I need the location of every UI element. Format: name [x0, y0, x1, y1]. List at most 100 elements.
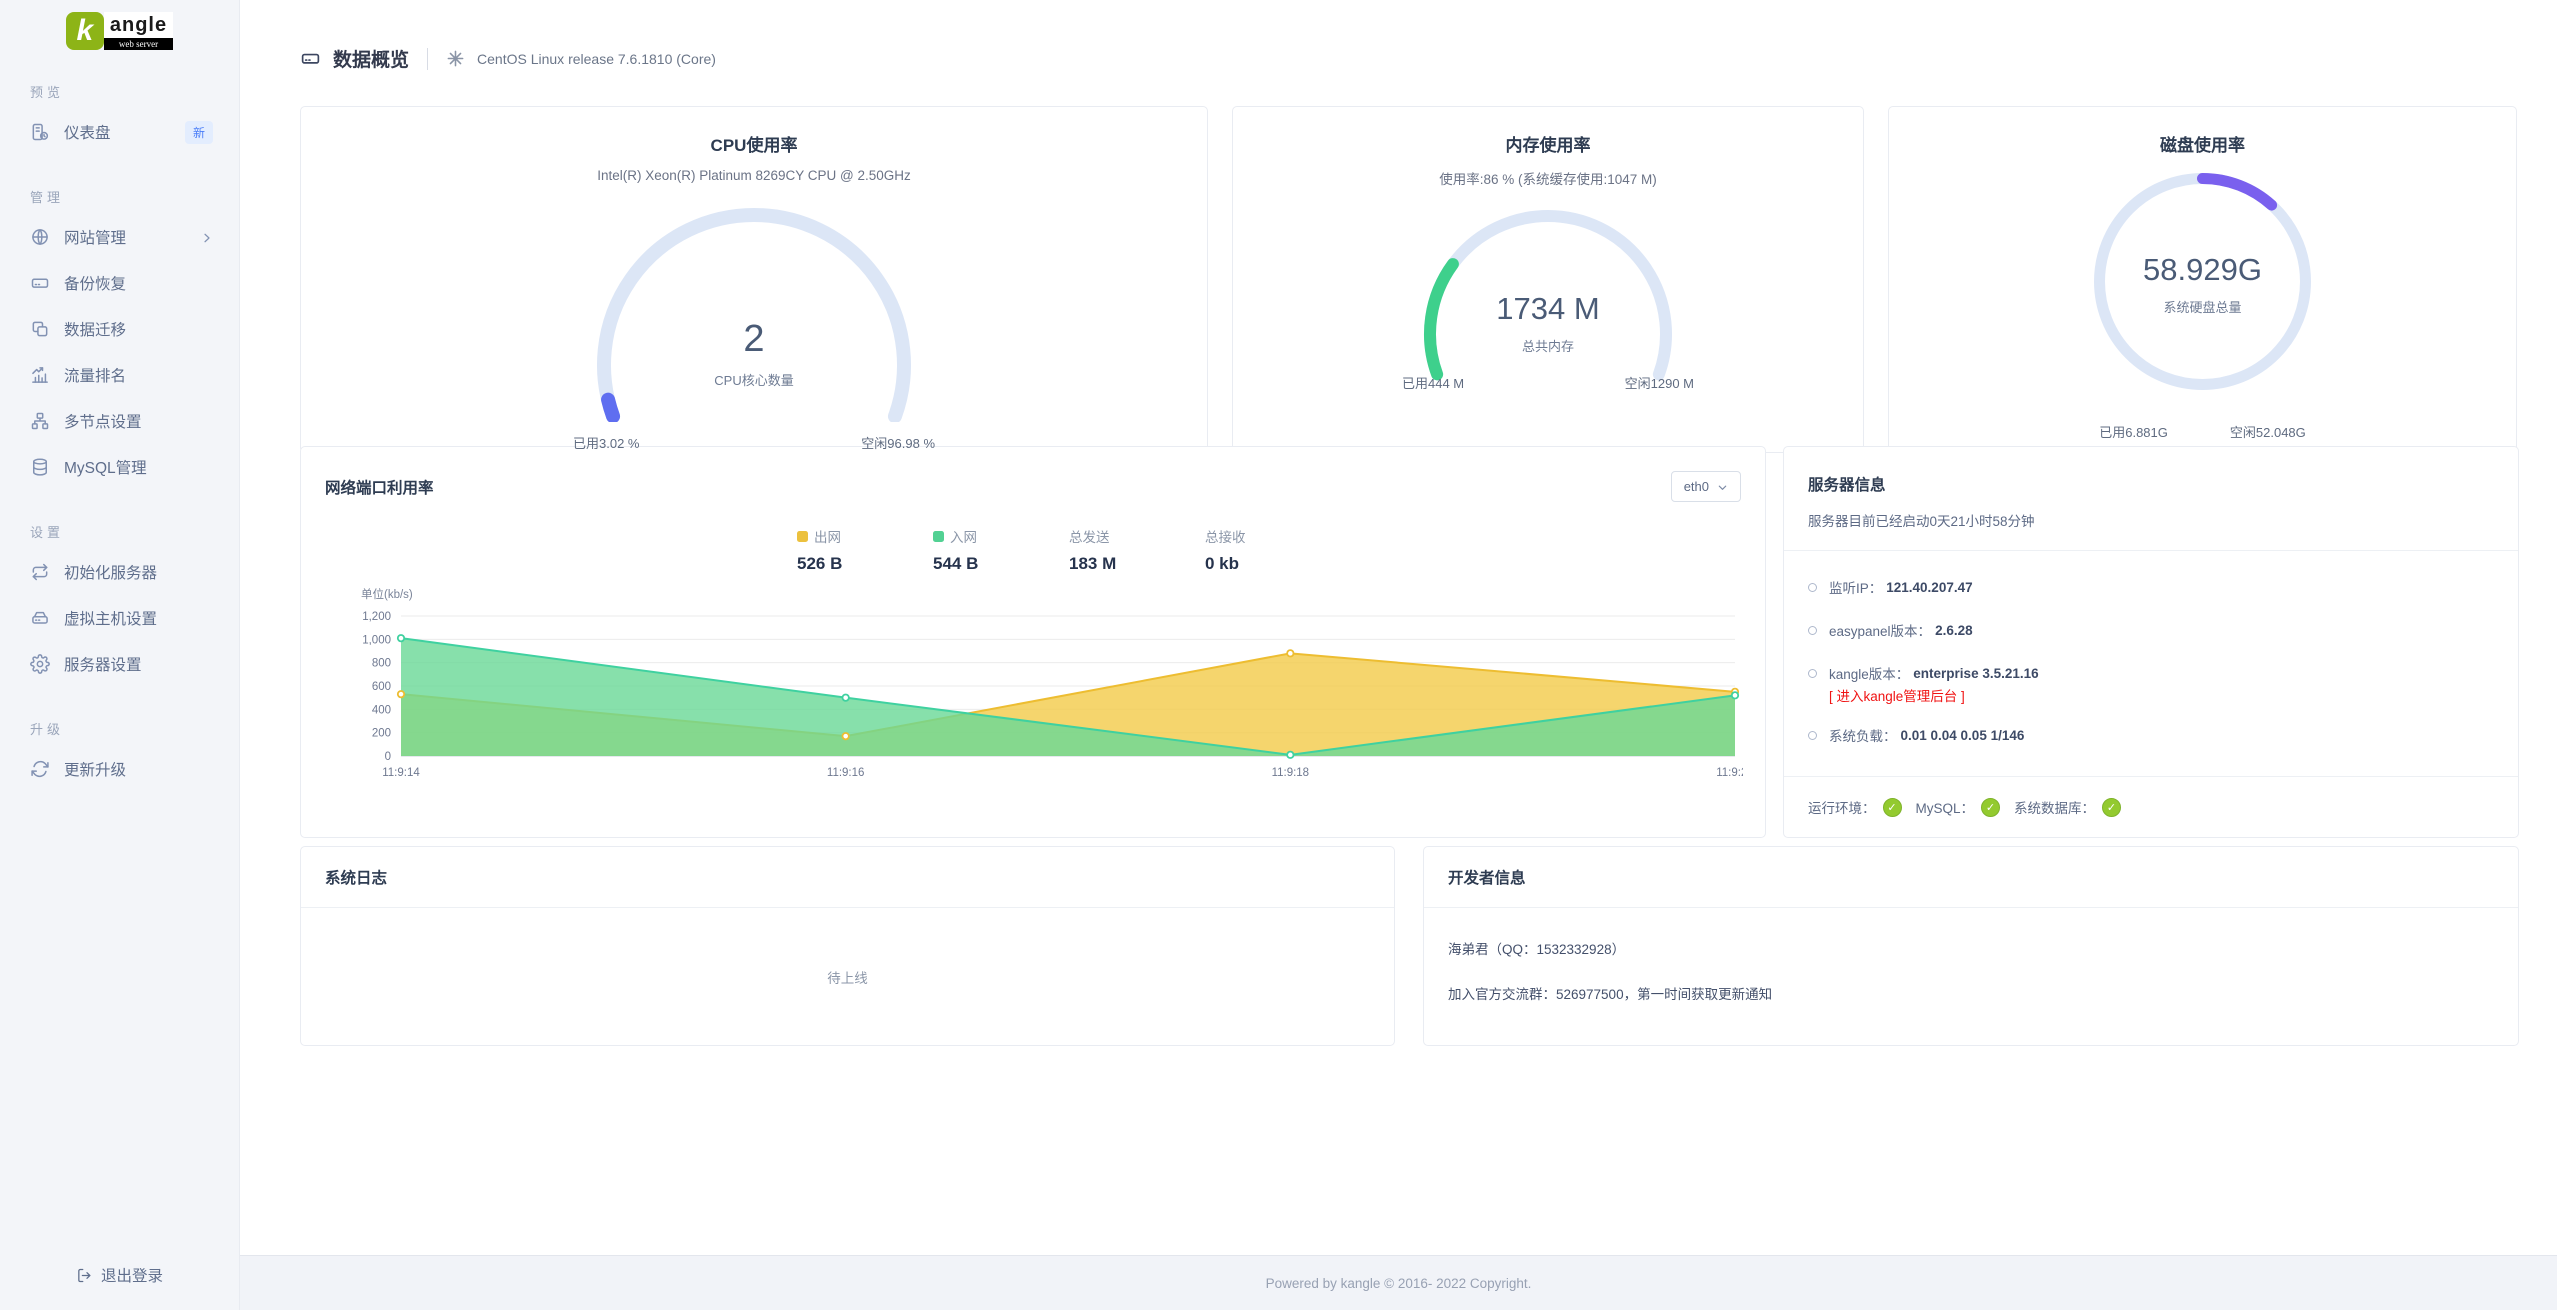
svg-text:800: 800 [372, 658, 391, 670]
svg-text:11:9:14: 11:9:14 [382, 767, 420, 779]
database-icon [30, 457, 50, 477]
stat-total-received: 总接收 0 kb [1205, 526, 1269, 574]
kangle-logo-mark: k [66, 12, 104, 50]
check-circle-icon: ✓ [1883, 798, 1902, 817]
sidebar-item-init-server[interactable]: 初始化服务器 [0, 549, 239, 595]
interface-select[interactable]: eth0 [1671, 471, 1741, 502]
network-card-title: 网络端口利用率 [325, 476, 434, 498]
chevron-right-icon [201, 231, 213, 243]
new-badge: 新 [185, 121, 213, 144]
memory-used-label: 已用444 M [1402, 373, 1464, 392]
disk-donut: 58.929G 系统硬盘总量 [2085, 164, 2320, 404]
disk-free-label: 空闲52.048G [2230, 422, 2306, 441]
sidebar-item-website-manage[interactable]: 网站管理 [0, 214, 239, 260]
footer: Powered by kangle © 2016- 2022 Copyright… [240, 1255, 2557, 1310]
env-system-db: 系统数据库： ✓ [2014, 797, 2121, 817]
gear-icon [30, 654, 50, 674]
system-log-card: 系统日志 待上线 [300, 846, 1395, 1046]
gauges-row: CPU使用率 Intel(R) Xeon(R) Platinum 8269CY … [300, 106, 2519, 421]
app-root: k angle web server 预览 仪表盘 新 管理 网站管理 [0, 0, 2557, 1310]
globe-icon [30, 227, 50, 247]
sidebar-item-label: 备份恢复 [64, 272, 126, 294]
harddrive-icon [30, 273, 50, 293]
header-divider [427, 48, 428, 70]
sidebar-item-mysql-manage[interactable]: MySQL管理 [0, 444, 239, 490]
system-log-empty-text: 待上线 [301, 908, 1394, 1045]
svg-text:单位(kb/s): 单位(kb/s) [361, 587, 413, 601]
env-mysql: MySQL： ✓ [1916, 797, 2001, 817]
sidebar-item-label: 数据迁移 [64, 318, 126, 340]
sidebar-item-label: 流量排名 [64, 364, 126, 386]
memory-card-title: 内存使用率 [1506, 131, 1591, 156]
harddrive-icon [300, 48, 321, 69]
network-area-chart: 单位(kb/s)02004006008001,0001,20011:9:1411… [325, 586, 1741, 791]
copyright-text: Powered by kangle © 2016- 2022 Copyright… [1266, 1276, 1532, 1291]
stat-label: 出网 [814, 526, 841, 546]
middle-row: 网络端口利用率 eth0 出网 526 B [300, 446, 2519, 813]
network-usage-card: 网络端口利用率 eth0 出网 526 B [300, 446, 1766, 838]
inbound-marker-icon [933, 531, 944, 542]
check-circle-icon: ✓ [2102, 798, 2121, 817]
server-info-list: 监听IP： 121.40.207.47 easypanel版本： 2.6.28 … [1784, 551, 2518, 776]
svg-text:1,200: 1,200 [362, 611, 391, 623]
sidebar-item-label: 网站管理 [64, 226, 126, 248]
list-item-system-load: 系统负载： 0.01 0.04 0.05 1/146 [1808, 725, 2494, 745]
refresh-icon [30, 759, 50, 779]
svg-text:1,000: 1,000 [362, 634, 391, 646]
server-info-card: 服务器信息 服务器目前已经启动0天21小时58分钟 监听IP： 121.40.2… [1783, 446, 2519, 838]
stat-value: 183 M [1069, 554, 1133, 574]
sidebar-item-label: 多节点设置 [64, 410, 142, 432]
network-stats-row: 出网 526 B 入网 544 B 总发送 183 M [325, 526, 1741, 574]
disk-card-title: 磁盘使用率 [2160, 131, 2245, 156]
cpu-gauge: 2 CPU核心数量 已用3.02 % 空闲96.98 % [569, 197, 939, 452]
repeat-icon [30, 562, 50, 582]
sidebar-item-label: MySQL管理 [64, 456, 147, 478]
sidebar-nav: 预览 仪表盘 新 管理 网站管理 [0, 50, 239, 1248]
server-uptime-text: 服务器目前已经启动0天21小时58分钟 [1808, 510, 2494, 530]
stat-value: 526 B [797, 554, 861, 574]
svg-text:11:9:20: 11:9:20 [1716, 767, 1743, 779]
sidebar-item-multi-node[interactable]: 多节点设置 [0, 398, 239, 444]
list-item-easypanel-version: easypanel版本： 2.6.28 [1808, 620, 2494, 640]
sidebar-item-dashboard[interactable]: 仪表盘 新 [0, 109, 239, 155]
memory-usage-card: 内存使用率 使用率:86 % (系统缓存使用:1047 M) 1734 M 总共… [1232, 106, 1864, 453]
logout-label: 退出登录 [101, 1264, 163, 1286]
sidebar-section-preview: 预览 [30, 82, 239, 101]
bottom-row: 系统日志 待上线 开发者信息 海弟君（QQ：1532332928） 加入官方交流… [300, 846, 2519, 1046]
stat-label: 总发送 [1069, 526, 1110, 546]
environment-status-row: 运行环境： ✓ MySQL： ✓ 系统数据库： ✓ [1784, 776, 2518, 837]
svg-text:200: 200 [372, 728, 391, 740]
sidebar-item-backup-restore[interactable]: 备份恢复 [0, 260, 239, 306]
kangle-admin-link[interactable]: [ 进入kangle管理后台 ] [1829, 685, 2494, 705]
sidebar-item-update-upgrade[interactable]: 更新升级 [0, 746, 239, 792]
env-runtime: 运行环境： ✓ [1808, 797, 1902, 817]
sidebar-item-label: 仪表盘 [64, 121, 111, 143]
copy-icon [30, 319, 50, 339]
chart-rank-icon [30, 365, 50, 385]
svg-text:11:9:16: 11:9:16 [827, 767, 865, 779]
stat-total-sent: 总发送 183 M [1069, 526, 1133, 574]
svg-text:400: 400 [372, 704, 391, 716]
check-circle-icon: ✓ [1981, 798, 2000, 817]
stat-value: 544 B [933, 554, 997, 574]
svg-text:600: 600 [372, 681, 391, 693]
sidebar-item-label: 服务器设置 [64, 653, 142, 675]
stat-outbound: 出网 526 B [797, 526, 861, 574]
circle-bullet-icon [1808, 731, 1817, 740]
server-info-title: 服务器信息 [1808, 473, 2494, 495]
logout-button[interactable]: 退出登录 [0, 1248, 239, 1310]
sidebar-item-vhost-settings[interactable]: 虚拟主机设置 [0, 595, 239, 641]
sidebar-item-server-settings[interactable]: 服务器设置 [0, 641, 239, 687]
list-item-listen-ip: 监听IP： 121.40.207.47 [1808, 577, 2494, 597]
dashboard-icon [30, 122, 50, 142]
sidebar-item-traffic-rank[interactable]: 流量排名 [0, 352, 239, 398]
stat-value: 0 kb [1205, 554, 1269, 574]
developer-group-line: 加入官方交流群：526977500，第一时间获取更新通知 [1448, 983, 2494, 1003]
disk-usage-card: 磁盘使用率 58.929G 系统硬盘总量 已用6.881G 空闲52.048G [1888, 106, 2517, 453]
sidebar-item-data-migration[interactable]: 数据迁移 [0, 306, 239, 352]
kangle-logo[interactable]: k angle web server [66, 12, 173, 50]
sidebar-section-upgrade: 升级 [30, 719, 239, 738]
stat-label: 入网 [950, 526, 977, 546]
cpu-used-label: 已用3.02 % [573, 433, 639, 452]
sidebar: k angle web server 预览 仪表盘 新 管理 网站管理 [0, 0, 240, 1310]
